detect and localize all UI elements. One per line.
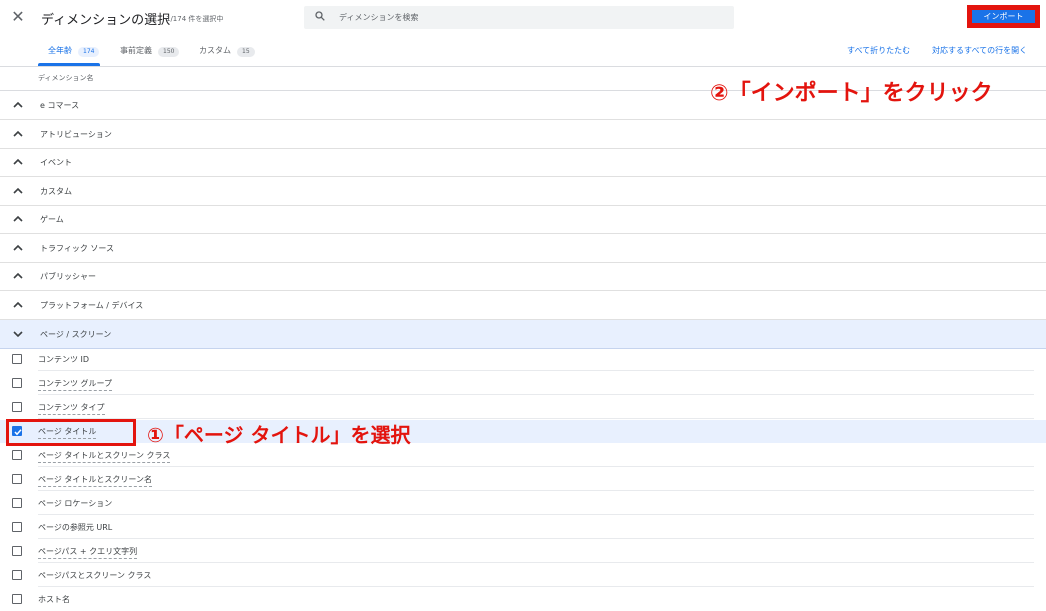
tab-custom[interactable]: カスタム 15: [199, 45, 255, 57]
dialog-header: ✕ ディメンションの選択 1/174 件を選択中 ディメンションを検索 インポー…: [0, 0, 1046, 36]
category-label: カスタム: [40, 187, 72, 196]
open-all-rows-link[interactable]: 対応するすべての行を開く: [932, 45, 1027, 56]
list-item[interactable]: コンテンツ ID: [0, 348, 1046, 371]
category-label: プラットフォーム / デバイス: [40, 301, 144, 310]
category-row-page-screen[interactable]: ページ / スクリーン: [0, 320, 1046, 349]
dialog-title: ディメンションの選択: [41, 13, 171, 28]
item-label: ページ タイトルとスクリーン クラス: [38, 450, 171, 463]
tab-all[interactable]: 全年齢 174: [48, 45, 100, 57]
checkbox[interactable]: [12, 474, 22, 484]
search-icon: [315, 11, 325, 21]
category-label: トラフィック ソース: [40, 244, 114, 253]
chevron-up-icon: [13, 187, 23, 194]
chevron-up-icon: [13, 215, 23, 222]
tab-bar: 全年齢 174 事前定義 150 カスタム 15 すべて折りたたむ 対応するすべての行…: [0, 36, 1046, 67]
tab-label: 全年齢: [48, 46, 72, 55]
chevron-down-icon: [13, 331, 23, 338]
divider: [38, 562, 1034, 563]
category-row-publisher[interactable]: パブリッシャー: [0, 262, 1046, 291]
import-highlight-box: インポート: [967, 5, 1040, 28]
category-label: ページ / スクリーン: [40, 330, 112, 339]
divider: [38, 538, 1034, 539]
collapse-all-link[interactable]: すべて折りたたむ: [847, 45, 910, 56]
checkbox[interactable]: [12, 570, 22, 580]
item-label: ページの参照元 URL: [38, 523, 113, 532]
column-header-dimension-name: ディメンション名: [38, 74, 94, 82]
checkbox[interactable]: [12, 522, 22, 532]
category-row-traffic-source[interactable]: トラフィック ソース: [0, 234, 1046, 263]
list-item[interactable]: コンテンツ グループ: [0, 372, 1046, 395]
divider: [38, 514, 1034, 515]
annotation-step2: ②「インポート」をクリック: [710, 81, 993, 106]
search-input[interactable]: ディメンションを検索: [304, 6, 734, 29]
divider: [38, 586, 1034, 587]
item-label: ページ ロケーション: [38, 499, 113, 508]
tab-count-badge: 150: [158, 47, 180, 57]
item-label: ページパスとスクリーン クラス: [38, 571, 152, 580]
chevron-up-icon: [13, 301, 23, 308]
checkbox[interactable]: [12, 498, 22, 508]
checkbox[interactable]: [12, 378, 22, 388]
list-item[interactable]: ページ ロケーション: [0, 492, 1046, 515]
annotation-highlight-box: [6, 419, 136, 446]
selection-count: 1/174 件を選択中: [166, 15, 224, 23]
list-item[interactable]: ページパスとスクリーン クラス: [0, 564, 1046, 587]
item-label: コンテンツ ID: [38, 355, 90, 364]
category-label: e コマース: [40, 101, 80, 110]
tab-label: 事前定義: [120, 46, 152, 55]
annotation-step1: ①「ページ タイトル」を選択: [147, 423, 411, 447]
checkbox[interactable]: [12, 546, 22, 556]
divider: [38, 466, 1034, 467]
list-item[interactable]: コンテンツ タイプ: [0, 396, 1046, 419]
item-label: ページパス + クエリ文字列: [38, 546, 138, 559]
category-row-event[interactable]: イベント: [0, 148, 1046, 177]
divider: [38, 370, 1034, 371]
checkbox[interactable]: [12, 402, 22, 412]
checkbox[interactable]: [12, 450, 22, 460]
item-label: コンテンツ タイプ: [38, 402, 105, 415]
chevron-up-icon: [13, 244, 23, 251]
search-placeholder: ディメンションを検索: [339, 13, 419, 22]
list-item[interactable]: ページパス + クエリ文字列: [0, 540, 1046, 563]
list-item[interactable]: ページ タイトルとスクリーン名: [0, 468, 1046, 491]
category-row-custom[interactable]: カスタム: [0, 177, 1046, 206]
category-label: イベント: [40, 158, 72, 167]
list-item[interactable]: ページの参照元 URL: [0, 516, 1046, 539]
import-button[interactable]: インポート: [972, 10, 1035, 23]
chevron-up-icon: [13, 158, 23, 165]
checkbox[interactable]: [12, 354, 22, 364]
chevron-up-icon: [13, 130, 23, 137]
category-row-attribution[interactable]: アトリビューション: [0, 120, 1046, 149]
tab-count-badge: 174: [78, 47, 100, 57]
divider: [38, 490, 1034, 491]
category-row-game[interactable]: ゲーム: [0, 205, 1046, 234]
tab-label: カスタム: [199, 46, 231, 55]
checkbox[interactable]: [12, 594, 22, 604]
active-tab-indicator: [38, 63, 100, 66]
category-label: アトリビューション: [40, 130, 112, 139]
category-row-platform-device[interactable]: プラットフォーム / デバイス: [0, 291, 1046, 320]
tab-predefined[interactable]: 事前定義 150: [120, 45, 180, 57]
close-icon[interactable]: ✕: [10, 8, 26, 26]
item-label: ページ タイトルとスクリーン名: [38, 474, 152, 487]
chevron-up-icon: [13, 272, 23, 279]
item-label: コンテンツ グループ: [38, 378, 113, 391]
category-label: ゲーム: [40, 215, 64, 224]
category-label: パブリッシャー: [40, 272, 96, 281]
divider: [38, 394, 1034, 395]
tab-count-badge: 15: [237, 47, 255, 57]
chevron-up-icon: [13, 101, 23, 108]
